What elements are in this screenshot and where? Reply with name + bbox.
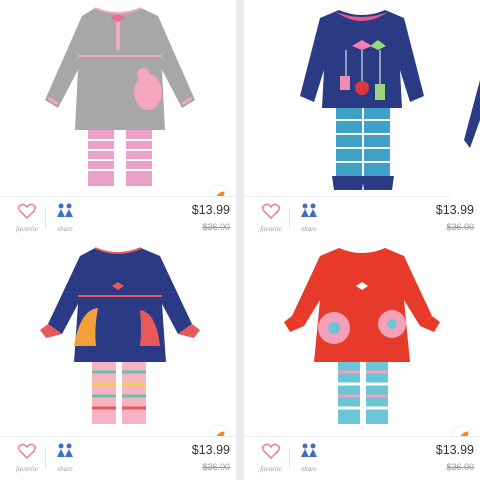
share-button[interactable]: share: [294, 203, 324, 233]
sale-price: $13.99: [435, 443, 474, 457]
divider: [45, 207, 46, 229]
sale-price: $13.99: [191, 203, 230, 217]
share-icon: [57, 443, 73, 457]
product-action-bar: favorite share $13.99 $36.00: [244, 436, 480, 480]
favorite-button[interactable]: favorite: [12, 443, 42, 473]
original-price: $36.00: [202, 222, 230, 232]
product-card[interactable]: favorite share $13.99 $36.00: [0, 0, 236, 240]
favorite-label: favorite: [260, 465, 282, 473]
divider: [289, 447, 290, 469]
divider: [45, 447, 46, 469]
share-label: share: [301, 225, 317, 233]
share-button[interactable]: share: [294, 443, 324, 473]
product-image[interactable]: [244, 240, 480, 436]
favorite-button[interactable]: favorite: [256, 443, 286, 473]
sale-price: $13.99: [435, 203, 474, 217]
share-button[interactable]: share: [50, 443, 80, 473]
divider: [289, 207, 290, 229]
favorite-button[interactable]: favorite: [256, 203, 286, 233]
sale-price: $13.99: [191, 443, 230, 457]
heart-icon: [18, 203, 36, 219]
product-image[interactable]: [244, 0, 480, 196]
heart-icon: [18, 443, 36, 459]
share-icon: [57, 203, 73, 217]
original-price: $36.00: [446, 462, 474, 472]
product-image[interactable]: [0, 0, 236, 196]
favorite-label: favorite: [16, 225, 38, 233]
product-action-bar: favorite share $13.99 $36.00: [244, 196, 480, 240]
share-button[interactable]: share: [50, 203, 80, 233]
favorite-label: favorite: [260, 225, 282, 233]
product-card[interactable]: favorite share $13.99 $36.00: [0, 240, 236, 480]
share-icon: [301, 203, 317, 217]
heart-icon: [262, 443, 280, 459]
product-card-partial[interactable]: [450, 0, 480, 200]
original-price: $36.00: [202, 462, 230, 472]
share-label: share: [301, 465, 317, 473]
favorite-button[interactable]: favorite: [12, 203, 42, 233]
product-action-bar: favorite share $13.99 $36.00: [0, 436, 236, 480]
favorite-label: favorite: [16, 465, 38, 473]
product-card[interactable]: favorite share $13.99 $36.00: [244, 240, 480, 480]
share-icon: [301, 443, 317, 457]
share-label: share: [57, 465, 73, 473]
product-grid: favorite share $13.99 $36.00 favorite sh…: [0, 0, 480, 480]
product-image[interactable]: [0, 240, 236, 436]
product-action-bar: favorite share $13.99 $36.00: [0, 196, 236, 240]
share-label: share: [57, 225, 73, 233]
product-card[interactable]: favorite share $13.99 $36.00: [244, 0, 480, 240]
original-price: $36.00: [446, 222, 474, 232]
heart-icon: [262, 203, 280, 219]
